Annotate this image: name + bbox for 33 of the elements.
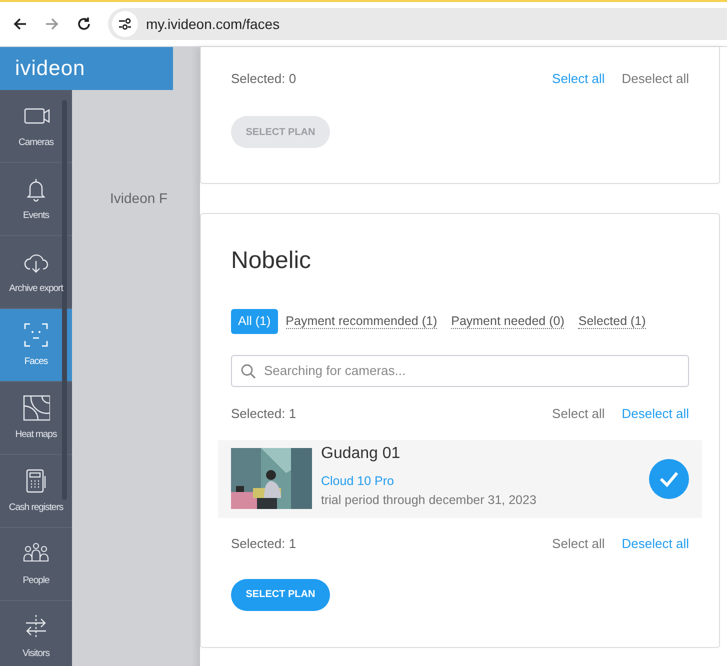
select-all-link[interactable]: Select all [552,534,605,554]
check-icon [659,470,679,487]
filter-tab[interactable]: Payment recommended (1) [286,314,438,329]
selected-count: Selected: 1 [231,405,298,423]
camera-checkbox[interactable] [649,458,689,499]
select-all-link[interactable]: Select all [552,404,605,424]
search-field[interactable]: Searching for cameras... [231,354,689,387]
deselect-all-link[interactable]: Deselect all [622,69,689,89]
camera-row[interactable]: Gudang 01 Cloud 10 Pro trial period through december 31, 2023 [218,440,702,518]
trial-note: trial period through december 31, 2023 [321,492,538,509]
url-text: my.ivideon.com/faces [146,14,280,34]
selected-count: Selected: 0 [231,70,298,88]
sidebar-item[interactable]: Faces [0,309,72,382]
map-icon [22,394,50,422]
address-bar[interactable]: my.ivideon.com/faces [108,8,727,40]
camera-name: Gudang 01 [321,444,402,464]
search-icon [241,364,256,379]
deselect-all-link[interactable]: Deselect all [622,534,689,554]
face-frame-icon [22,320,50,349]
deselect-all-link[interactable]: Deselect all [622,404,689,424]
reload-icon[interactable] [76,16,92,32]
card-title: Nobelic [231,246,312,276]
logo-text: ivideon [15,56,86,82]
select-plan-button[interactable]: SELECT PLAN [231,578,330,611]
site-settings-icon[interactable] [118,18,132,30]
page-heading: Ivideon F [110,190,168,206]
selected-count: Selected: 1 [231,535,298,553]
scrollbar[interactable] [62,100,67,500]
filter-tab[interactable]: Selected (1) [578,314,646,329]
back-icon[interactable] [12,16,28,32]
filter-tab[interactable]: All (1) [231,309,278,334]
select-all-link[interactable]: Select all [552,69,605,89]
filter-tab[interactable]: Payment needed (0) [451,314,564,329]
